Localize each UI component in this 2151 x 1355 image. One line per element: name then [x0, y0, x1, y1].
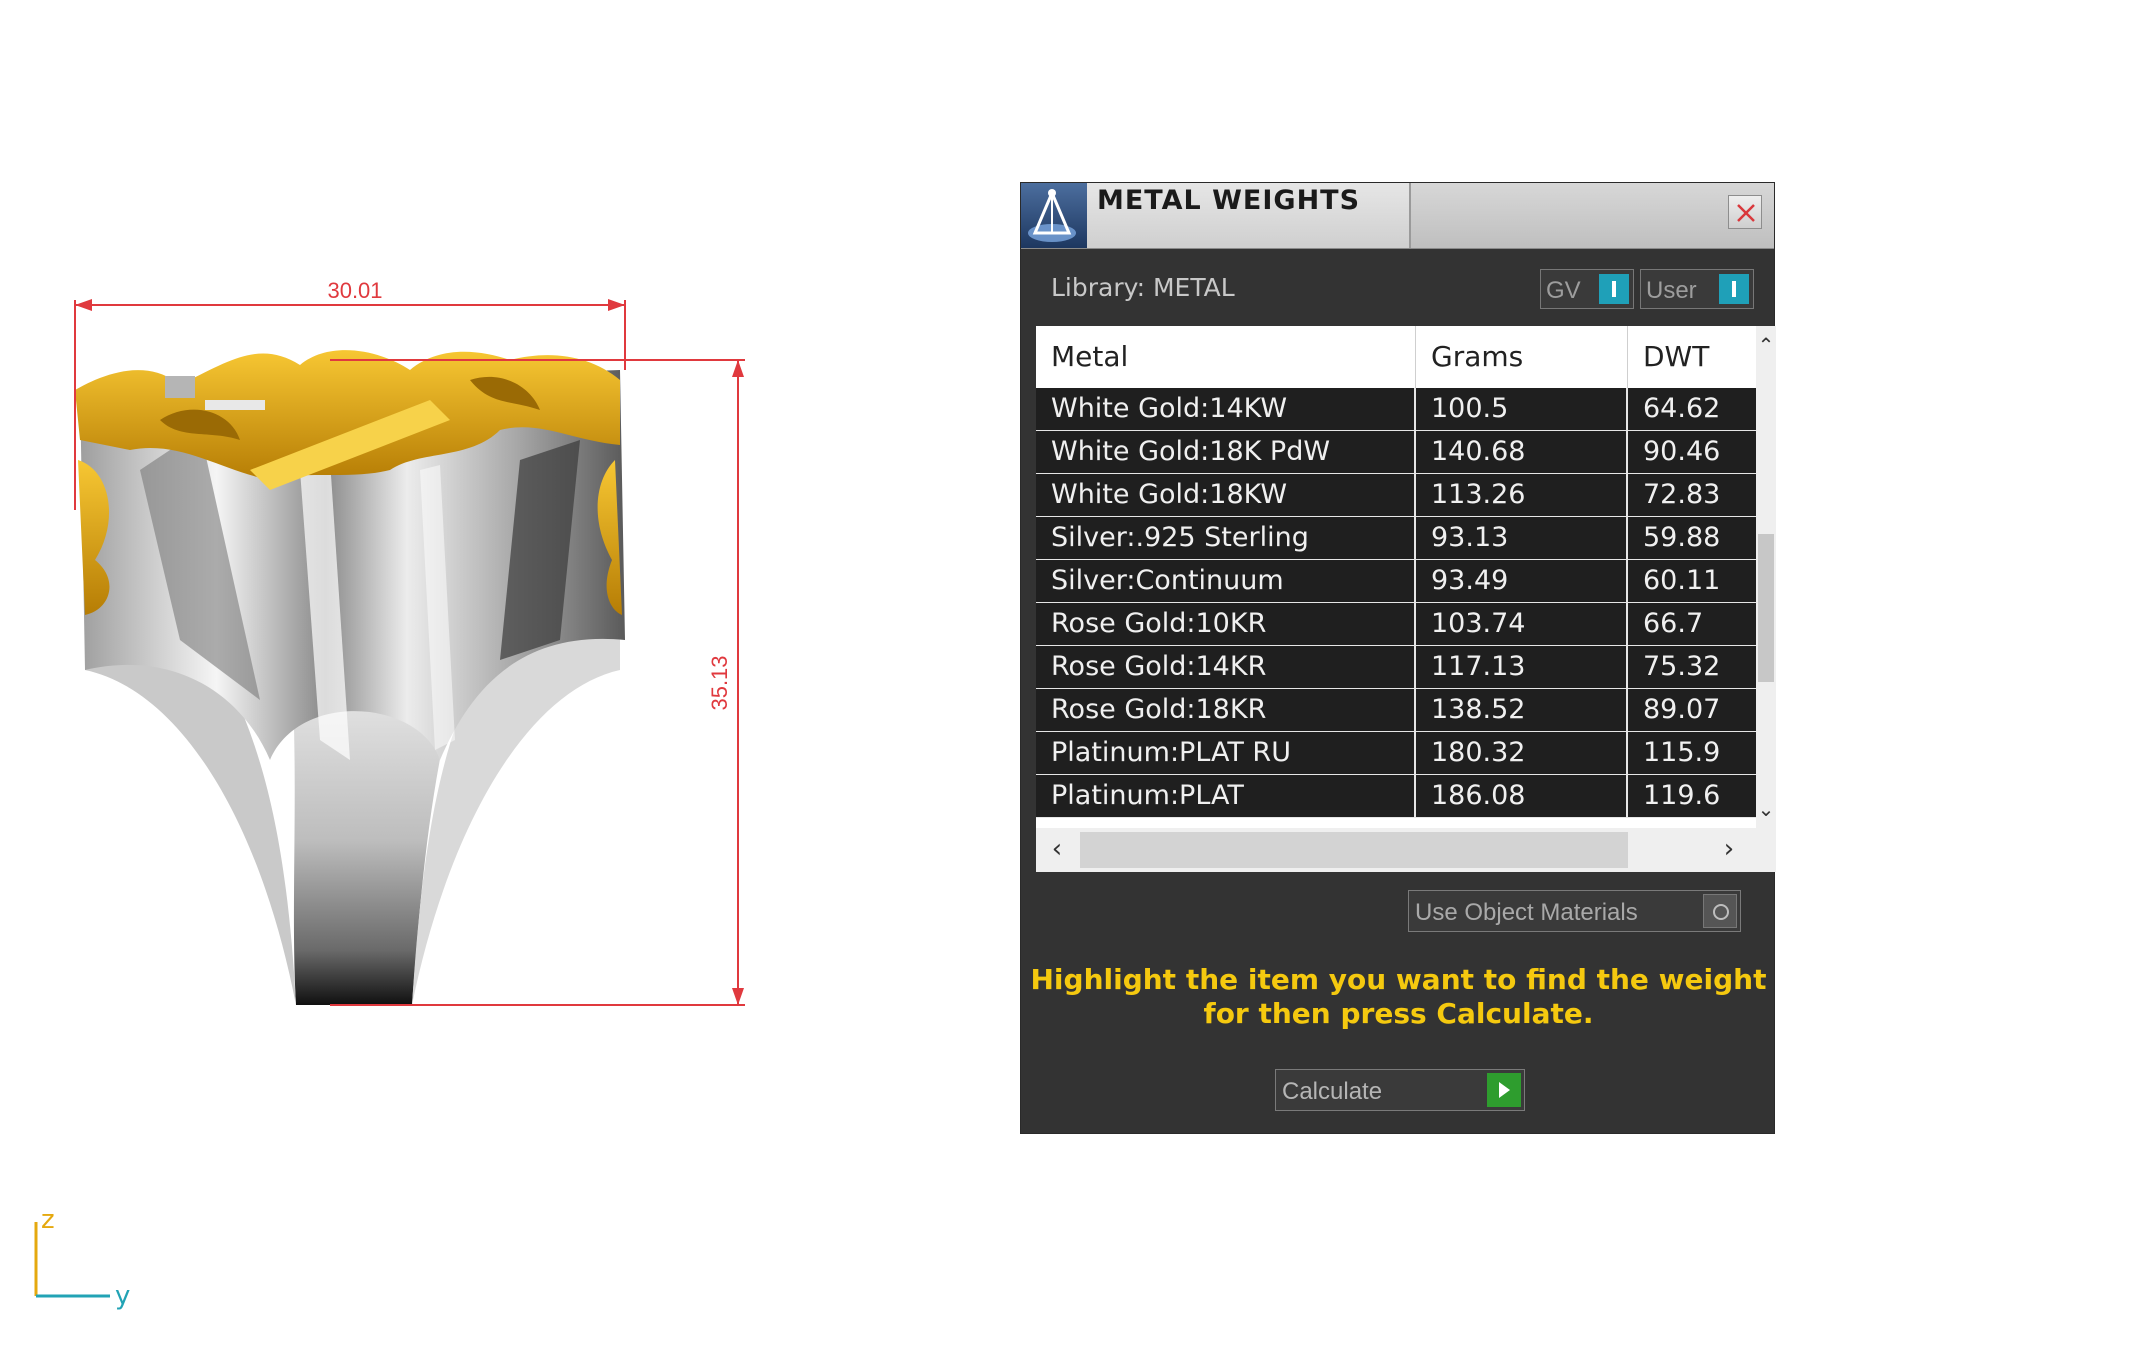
library-label: Library: METAL: [1051, 273, 1235, 302]
user-toggle[interactable]: User: [1640, 269, 1754, 309]
instruction-line-1: Highlight the item you want to find the …: [1030, 963, 1767, 996]
column-header-dwt[interactable]: DWT: [1628, 326, 1756, 388]
metal-cell: Platinum:PLAT RU: [1036, 732, 1416, 774]
toggle-switch-icon[interactable]: [1599, 274, 1629, 304]
metal-weights-table: Metal Grams DWT White Gold:14KW 100.5 64…: [1036, 326, 1776, 872]
table-row[interactable]: Rose Gold:14KR 117.13 75.32: [1036, 646, 1756, 689]
grams-cell: 140.68: [1416, 431, 1628, 473]
table-row[interactable]: Platinum:PLAT 186.08 119.6: [1036, 775, 1756, 818]
matrix-logo-icon: [1021, 183, 1087, 248]
metal-cell: Platinum:PLAT: [1036, 775, 1416, 817]
dwt-cell: 89.07: [1643, 694, 1721, 725]
table-row[interactable]: Silver:Continuum 93.49 60.11: [1036, 560, 1756, 603]
dwt-cell: 59.88: [1643, 522, 1721, 553]
table-header: Metal Grams DWT: [1036, 326, 1756, 388]
instruction-line-2: for then press Calculate.: [1203, 997, 1594, 1030]
ring-render: 30.01 35.13 z y: [34, 278, 745, 1311]
grams-cell: 113.26: [1416, 474, 1628, 516]
column-header-grams[interactable]: Grams: [1416, 326, 1628, 388]
scroll-down-arrow-icon[interactable]: ⌄: [1756, 794, 1776, 824]
close-button[interactable]: [1728, 195, 1762, 229]
metal-cell: Rose Gold:14KR: [1036, 646, 1416, 688]
dimension-width-label: 30.01: [327, 278, 382, 303]
table-row[interactable]: Rose Gold:10KR 103.74 66.7: [1036, 603, 1756, 646]
calculate-label: Calculate: [1282, 1078, 1383, 1105]
grams-cell: 93.49: [1416, 560, 1628, 602]
gv-toggle[interactable]: GV: [1540, 269, 1634, 309]
dwt-cell: 90.46: [1643, 436, 1721, 467]
dimension-height-label: 35.13: [707, 655, 732, 710]
instruction-text: Highlight the item you want to find the …: [1021, 963, 1776, 1031]
metal-cell: Rose Gold:10KR: [1036, 603, 1416, 645]
table-row[interactable]: White Gold:18KW 113.26 72.83: [1036, 474, 1756, 517]
dwt-cell: 75.32: [1643, 651, 1721, 682]
metal-weights-panel: METAL WEIGHTS Library: METAL GV User Met…: [1020, 182, 1776, 1134]
panel-titlebar[interactable]: METAL WEIGHTS: [1021, 183, 1774, 249]
toggle-switch-icon[interactable]: [1719, 274, 1749, 304]
gv-toggle-label: GV: [1546, 277, 1581, 304]
table-row[interactable]: White Gold:14KW 100.5 64.62: [1036, 388, 1756, 431]
table-row[interactable]: White Gold:18K PdW 140.68 90.46: [1036, 431, 1756, 474]
radio-circle-icon[interactable]: [1703, 894, 1737, 928]
metal-cell: White Gold:14KW: [1036, 388, 1416, 430]
scroll-left-arrow-icon[interactable]: ‹: [1042, 834, 1072, 864]
play-arrow-icon[interactable]: [1487, 1073, 1521, 1107]
calculate-button[interactable]: Calculate: [1275, 1069, 1525, 1111]
scroll-up-arrow-icon[interactable]: ⌃: [1756, 330, 1776, 360]
viewport[interactable]: 30.01 35.13 z y: [0, 0, 1000, 1355]
grams-cell: 93.13: [1416, 517, 1628, 559]
dwt-cell: 60.11: [1643, 565, 1721, 596]
axis-gizmo: z y: [34, 1205, 130, 1311]
scroll-right-arrow-icon[interactable]: ›: [1714, 834, 1744, 864]
grams-cell: 138.52: [1416, 689, 1628, 731]
dwt-cell: 66.7: [1643, 608, 1704, 639]
grams-cell: 186.08: [1416, 775, 1628, 817]
table-row[interactable]: Rose Gold:18KR 138.52 89.07: [1036, 689, 1756, 732]
dwt-cell: 64.62: [1643, 393, 1721, 424]
dwt-cell: 72.83: [1643, 479, 1721, 510]
metal-cell: Silver:.925 Sterling: [1036, 517, 1416, 559]
axis-y-label: y: [115, 1281, 130, 1311]
grams-cell: 117.13: [1416, 646, 1628, 688]
use-object-materials-toggle[interactable]: Use Object Materials: [1408, 890, 1741, 932]
dwt-cell: 115.9: [1643, 737, 1721, 768]
horizontal-scroll-thumb[interactable]: [1080, 832, 1628, 868]
metal-cell: White Gold:18KW: [1036, 474, 1416, 516]
use-object-materials-label: Use Object Materials: [1415, 899, 1638, 926]
vertical-scroll-thumb[interactable]: [1758, 534, 1774, 682]
table-row[interactable]: Platinum:PLAT RU 180.32 115.9: [1036, 732, 1756, 775]
user-toggle-label: User: [1646, 277, 1697, 304]
grams-cell: 180.32: [1416, 732, 1628, 774]
axis-z-label: z: [41, 1205, 55, 1235]
table-row[interactable]: Silver:.925 Sterling 93.13 59.88: [1036, 517, 1756, 560]
close-icon: [1737, 204, 1755, 222]
grams-cell: 103.74: [1416, 603, 1628, 645]
grams-cell: 100.5: [1416, 388, 1628, 430]
column-header-metal[interactable]: Metal: [1036, 326, 1416, 388]
dwt-cell: 119.6: [1643, 780, 1721, 811]
metal-cell: White Gold:18K PdW: [1036, 431, 1416, 473]
metal-cell: Rose Gold:18KR: [1036, 689, 1416, 731]
panel-title: METAL WEIGHTS: [1097, 185, 1361, 216]
vertical-scrollbar[interactable]: ⌃ ⌄: [1756, 326, 1776, 828]
table-body: White Gold:14KW 100.5 64.62 White Gold:1…: [1036, 388, 1756, 828]
metal-cell: Silver:Continuum: [1036, 560, 1416, 602]
horizontal-scrollbar[interactable]: ‹ ›: [1036, 828, 1776, 872]
